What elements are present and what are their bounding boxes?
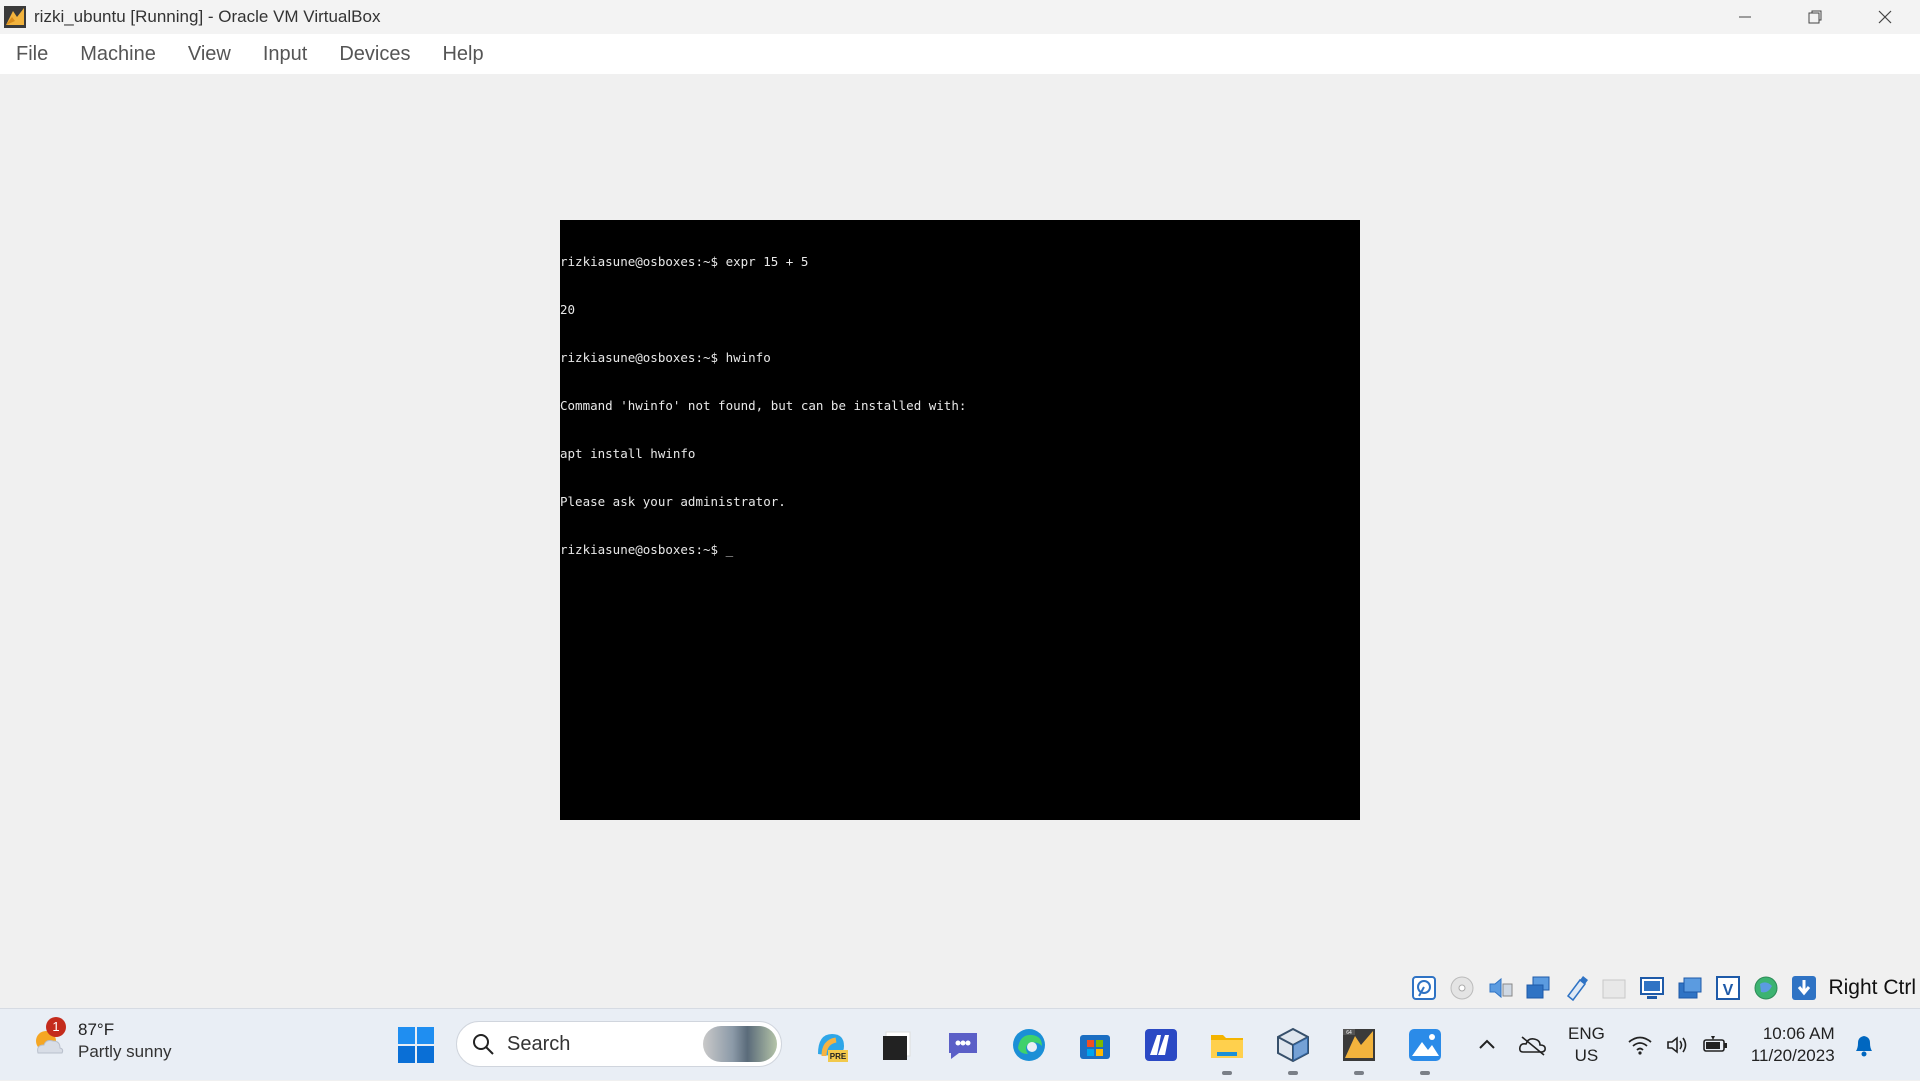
svg-text:64: 64: [1346, 1030, 1352, 1036]
taskbar-clock[interactable]: 10:06 AM 11/20/2023: [1751, 1023, 1835, 1067]
shared-folders-icon[interactable]: [1598, 972, 1630, 1004]
microsoft-store-button[interactable]: [1062, 1021, 1128, 1069]
weather-temperature: 87°F: [78, 1020, 115, 1039]
partly-sunny-icon: 1: [26, 1017, 70, 1063]
usb-icon[interactable]: [1560, 972, 1592, 1004]
wifi-icon[interactable]: [1623, 1028, 1657, 1062]
bell-icon: [1855, 1036, 1872, 1057]
notifications-button[interactable]: [1849, 1028, 1879, 1062]
app-m-button[interactable]: [1128, 1021, 1194, 1069]
store-icon: [1080, 1035, 1110, 1059]
window-controls: [1710, 0, 1920, 34]
terminal-line: apt install hwinfo: [560, 446, 696, 461]
language-code: ENG: [1568, 1024, 1605, 1043]
restore-icon: [1808, 10, 1822, 24]
menu-file[interactable]: File: [6, 37, 58, 72]
menu-bar: File Machine View Input Devices Help: [0, 34, 1920, 74]
guest-additions-icon[interactable]: [1750, 972, 1782, 1004]
edge-browser-button[interactable]: [996, 1021, 1062, 1069]
svg-text:PRE: PRE: [830, 1052, 847, 1061]
menu-devices[interactable]: Devices: [329, 37, 420, 72]
notification-badge: 1: [46, 1017, 66, 1037]
audio-icon[interactable]: [1484, 972, 1516, 1004]
terminal-line: Command 'hwinfo' not found, but can be i…: [560, 398, 967, 413]
mouse-integration-icon[interactable]: [1788, 972, 1820, 1004]
display-icon[interactable]: [1636, 972, 1668, 1004]
windows-logo-icon: [398, 1027, 434, 1063]
terminal-line: Please ask your administrator.: [560, 494, 786, 509]
close-icon: [1878, 10, 1892, 24]
keyboard-layout: US: [1574, 1046, 1599, 1065]
title-bar[interactable]: rizki_ubuntu [Running] - Oracle VM Virtu…: [0, 0, 1920, 34]
taskbar: 1 87°F Partly sunny Search PRE 64 ENG US…: [0, 1008, 1920, 1080]
running-indicator: [1420, 1071, 1430, 1075]
clock-date: 11/20/2023: [1750, 1046, 1835, 1065]
host-key-label: Right Ctrl: [1828, 976, 1916, 999]
hard-disk-icon[interactable]: [1408, 972, 1440, 1004]
menu-view[interactable]: View: [178, 37, 241, 72]
show-hidden-icons-button[interactable]: [1470, 1028, 1504, 1062]
vm-screen[interactable]: rizkiasune@osboxes:~$ expr 15 + 5 20 riz…: [560, 220, 1360, 820]
virtualbox-app-icon: [2, 4, 28, 30]
chat-icon: [949, 1033, 977, 1059]
close-button[interactable]: [1850, 0, 1920, 34]
terminal-line: 20: [560, 302, 576, 317]
vm-window-icon: 64: [1343, 1029, 1375, 1061]
minimize-icon: [1739, 16, 1751, 18]
search-label: Search: [507, 1032, 571, 1055]
terminal-output: rizkiasune@osboxes:~$ expr 15 + 5 20 riz…: [560, 220, 1360, 590]
weather-widget[interactable]: 1 87°F Partly sunny: [26, 1017, 172, 1063]
minimize-button[interactable]: [1710, 0, 1780, 34]
volume-icon[interactable]: [1661, 1028, 1695, 1062]
menu-machine[interactable]: Machine: [70, 37, 166, 72]
network-icon[interactable]: [1522, 972, 1554, 1004]
running-indicator: [1222, 1071, 1232, 1075]
onedrive-icon[interactable]: [1516, 1028, 1550, 1062]
taskbar-search[interactable]: Search: [456, 1021, 782, 1067]
window-title: rizki_ubuntu [Running] - Oracle VM Virtu…: [34, 7, 381, 26]
terminal-line: rizkiasune@osboxes:~$ hwinfo: [560, 350, 771, 365]
battery-icon[interactable]: [1699, 1028, 1733, 1062]
terminal-app-button[interactable]: [864, 1021, 930, 1069]
photos-button[interactable]: [1392, 1021, 1458, 1075]
taskbar-apps: PRE 64: [798, 1021, 1458, 1075]
optical-drive-icon[interactable]: [1446, 972, 1478, 1004]
search-highlight-image: [703, 1026, 777, 1062]
running-indicator: [1354, 1071, 1364, 1075]
vm-status-bar: V Right Ctrl: [1402, 968, 1920, 1008]
photos-icon: [1409, 1029, 1441, 1061]
virtualbox-vm-button[interactable]: 64: [1326, 1021, 1392, 1075]
teams-chat-button[interactable]: [930, 1021, 996, 1069]
clock-time: 10:06 AM: [1762, 1024, 1835, 1043]
virtualbox-cube-icon: [1277, 1027, 1309, 1063]
input-language-indicator[interactable]: ENG US: [1568, 1023, 1605, 1067]
running-indicator: [1288, 1071, 1298, 1075]
start-button[interactable]: [396, 1025, 436, 1065]
menu-input[interactable]: Input: [253, 37, 317, 72]
terminal-prompt-line: rizkiasune@osboxes:~$ _: [560, 542, 734, 557]
chevron-up-icon: [1479, 1039, 1495, 1049]
copilot-preview-button[interactable]: PRE: [798, 1021, 864, 1069]
file-explorer-button[interactable]: [1194, 1021, 1260, 1075]
folder-icon: [1211, 1035, 1243, 1058]
vt-x-icon[interactable]: V: [1712, 972, 1744, 1004]
restore-button[interactable]: [1780, 0, 1850, 34]
recording-icon[interactable]: [1674, 972, 1706, 1004]
copilot-preview-icon: PRE: [818, 1034, 848, 1062]
virtualbox-button[interactable]: [1260, 1021, 1326, 1075]
m-app-icon: [1145, 1029, 1177, 1061]
search-icon: [473, 1034, 494, 1055]
menu-help[interactable]: Help: [432, 37, 493, 72]
vm-display-area: rizkiasune@osboxes:~$ expr 15 + 5 20 riz…: [0, 74, 1920, 1006]
terminal-line: rizkiasune@osboxes:~$ expr 15 + 5: [560, 254, 809, 269]
system-tray: ENG US 10:06 AM 11/20/2023: [1470, 1009, 1879, 1081]
terminal-app-icon: [883, 1031, 911, 1060]
svg-text:V: V: [1723, 982, 1734, 999]
edge-icon: [1013, 1029, 1045, 1061]
weather-description: Partly sunny: [78, 1042, 172, 1061]
